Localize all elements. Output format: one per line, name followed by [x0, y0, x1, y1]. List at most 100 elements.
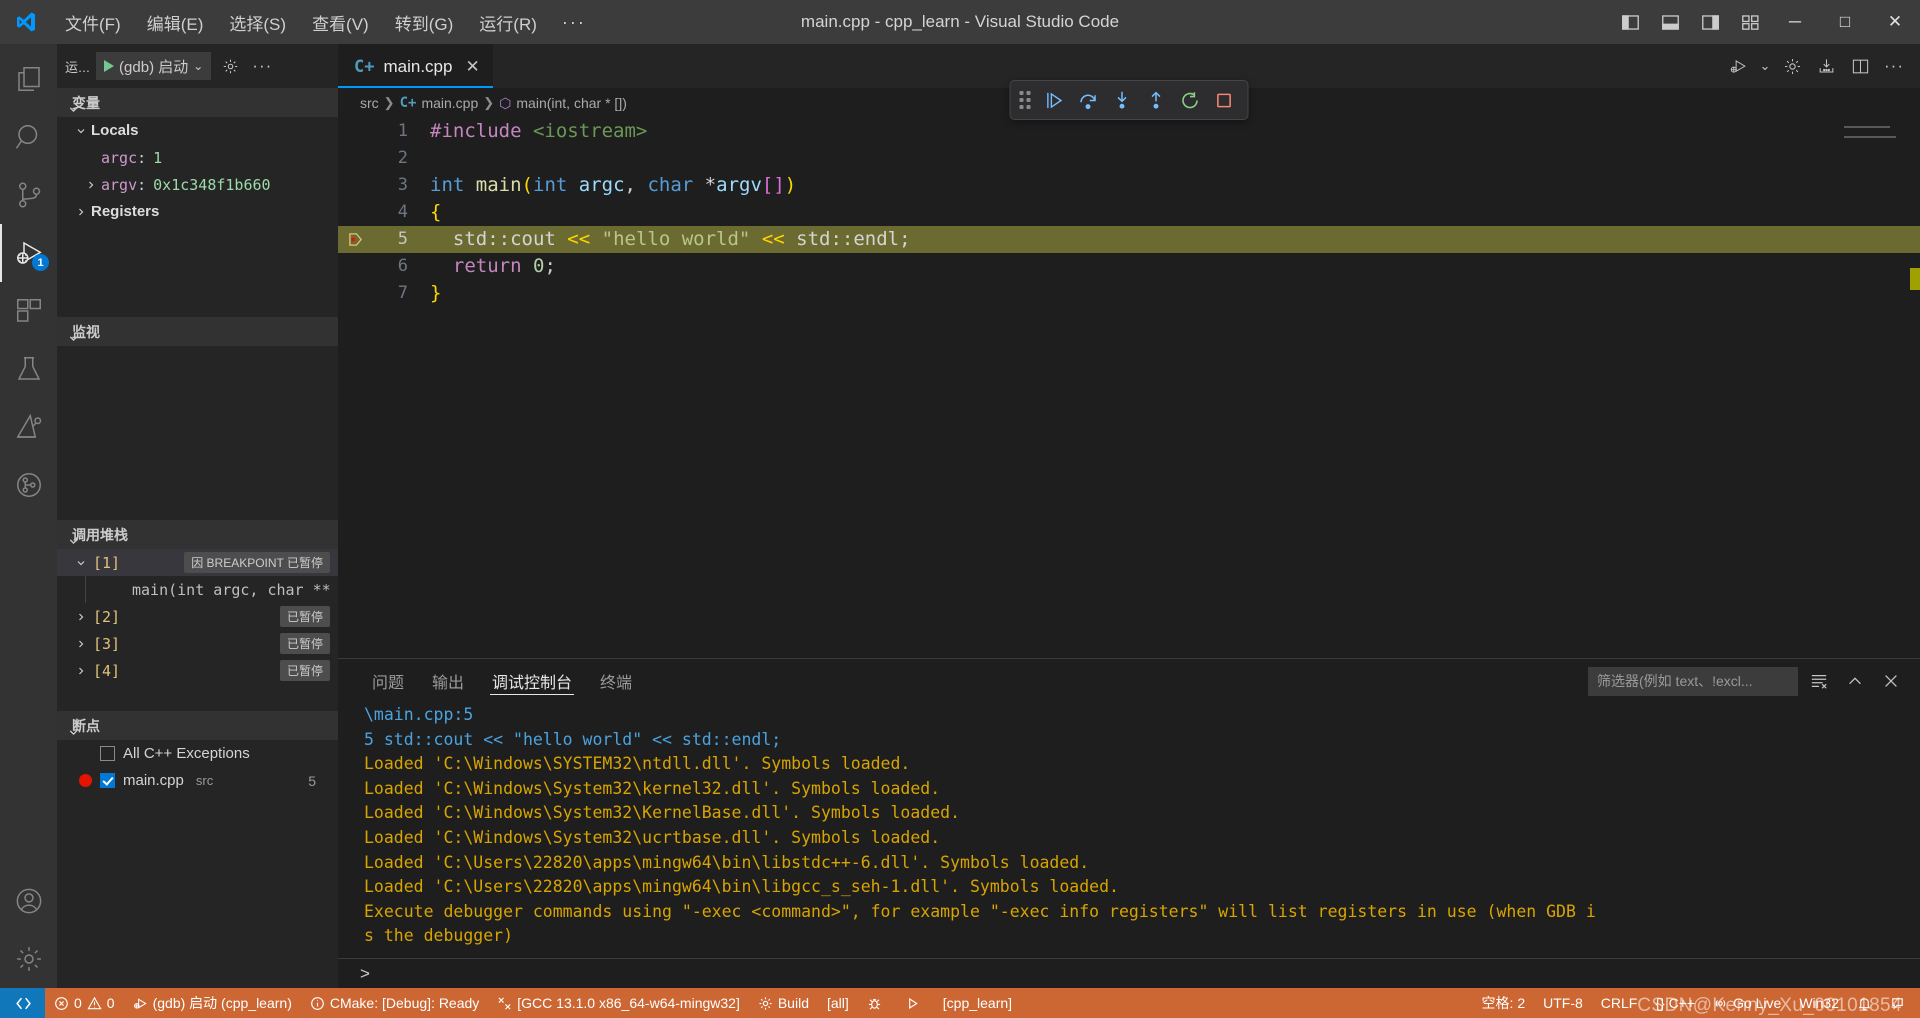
status-cmake-target[interactable]: [all]	[818, 988, 858, 1018]
status-cmake[interactable]: CMake: [Debug]: Ready	[301, 988, 488, 1018]
account-icon[interactable]	[0, 872, 57, 930]
breakpoint-checkbox[interactable]	[100, 773, 115, 788]
close-icon[interactable]: ✕	[465, 57, 479, 77]
warning-count: 0	[106, 995, 115, 1011]
clear-console-icon[interactable]	[1804, 666, 1834, 696]
sidebar-item-extensions[interactable]	[0, 282, 57, 340]
status-cmake-kit[interactable]: [GCC 13.1.0 x86_64-w64-mingw32]	[488, 988, 749, 1018]
status-eol[interactable]: CRLF	[1592, 995, 1647, 1011]
launch-configuration-select[interactable]: (gdb) 启动 ⌄	[96, 52, 212, 80]
status-feedback[interactable]	[1881, 996, 1914, 1011]
close-button[interactable]: ✕	[1870, 0, 1920, 44]
panel-bottom-icon[interactable]	[1650, 0, 1690, 44]
breadcrumb-symbol[interactable]: main(int, char * [])	[516, 95, 626, 111]
status-win32[interactable]: Win32	[1790, 995, 1848, 1011]
stack-frame-1-detail[interactable]: main(int argc, char ** argv	[85, 576, 338, 603]
close-icon[interactable]	[1876, 666, 1906, 696]
variables-section-header[interactable]: 变量	[57, 88, 338, 117]
chevron-right-icon[interactable]	[85, 179, 101, 191]
step-into-button[interactable]	[1107, 85, 1137, 115]
maximize-button[interactable]: □	[1820, 0, 1870, 44]
tab-output[interactable]: 输出	[418, 659, 478, 703]
split-editor-icon[interactable]	[1844, 50, 1876, 82]
cmake-status-label: CMake: [Debug]: Ready	[329, 995, 480, 1011]
stack-frame-3[interactable]: [3] 已暂停	[57, 630, 338, 657]
status-indentation[interactable]: 空格: 2	[1473, 993, 1535, 1013]
debug-settings-gear-icon[interactable]	[217, 53, 243, 79]
menu-view[interactable]: 查看(V)	[299, 6, 382, 39]
breakpoint-all-cpp-exceptions[interactable]: All C++ Exceptions	[57, 740, 338, 767]
breadcrumb-src[interactable]: src	[360, 95, 379, 111]
stack-frame-2[interactable]: [2] 已暂停	[57, 603, 338, 630]
status-notifications[interactable]	[1848, 996, 1881, 1011]
variables-group-registers[interactable]: Registers	[57, 198, 338, 225]
stack-frame-1[interactable]: [1] 因 BREAKPOINT 已暂停	[57, 549, 338, 576]
status-language-mode[interactable]: {} C++	[1646, 995, 1704, 1011]
variables-group-locals[interactable]: Locals	[57, 117, 338, 144]
chevron-up-icon[interactable]	[1840, 666, 1870, 696]
grip-icon[interactable]	[1019, 91, 1031, 109]
more-icon[interactable]: ···	[1878, 50, 1910, 82]
sidebar-item-search[interactable]	[0, 108, 57, 166]
breakpoint-main-cpp[interactable]: main.cpp src 5	[57, 767, 338, 794]
menu-file[interactable]: 文件(F)	[52, 6, 134, 39]
gear-icon[interactable]	[0, 930, 57, 988]
layout-grid-icon[interactable]	[1730, 0, 1770, 44]
sidebar-item-testing[interactable]	[0, 340, 57, 398]
sidebar-item-cmake[interactable]	[0, 398, 57, 456]
chevron-down-icon[interactable]: ⌄	[1756, 50, 1774, 82]
status-encoding[interactable]: UTF-8	[1534, 995, 1592, 1011]
step-out-button[interactable]	[1141, 85, 1171, 115]
breadcrumb-file[interactable]: main.cpp	[421, 95, 478, 111]
watch-section-header[interactable]: 监视	[57, 317, 338, 346]
menu-edit[interactable]: 编辑(E)	[134, 6, 217, 39]
sidebar-item-source-control[interactable]	[0, 166, 57, 224]
panel-right-icon[interactable]	[1690, 0, 1730, 44]
breakpoint-label: All C++ Exceptions	[123, 745, 250, 762]
minimap[interactable]	[1844, 126, 1908, 141]
tab-terminal[interactable]: 终端	[586, 659, 646, 703]
install-icon[interactable]	[1810, 50, 1842, 82]
continue-button[interactable]	[1039, 85, 1069, 115]
panel-left-icon[interactable]	[1610, 0, 1650, 44]
gear-icon[interactable]	[1776, 50, 1808, 82]
debug-console-input[interactable]: >	[338, 958, 1920, 988]
status-problems[interactable]: 0 0	[45, 988, 124, 1018]
step-over-button[interactable]	[1073, 85, 1103, 115]
status-launch-config[interactable]: (gdb) 启动 (cpp_learn)	[124, 988, 301, 1018]
breakpoint-marker-icon[interactable]	[338, 232, 372, 247]
sidebar-item-explorer[interactable]	[0, 50, 57, 108]
stop-button[interactable]	[1209, 85, 1239, 115]
variable-argc[interactable]: argc: 1	[57, 144, 338, 171]
breakpoint-checkbox[interactable]	[100, 746, 115, 761]
remote-icon[interactable]	[0, 988, 45, 1018]
variable-argv[interactable]: argv: 0x1c348f1b660	[57, 171, 338, 198]
status-cmake-build[interactable]: Build	[749, 988, 818, 1018]
status-cmake-run[interactable]	[896, 988, 934, 1018]
minimize-button[interactable]: ─	[1770, 0, 1820, 44]
sidebar-item-git-graph[interactable]	[0, 456, 57, 514]
tab-debug-console[interactable]: 调试控制台	[478, 659, 586, 703]
stack-frame-4[interactable]: [4] 已暂停	[57, 657, 338, 684]
status-cmake-launch-target[interactable]: [cpp_learn]	[934, 988, 1021, 1018]
menu-selection[interactable]: 选择(S)	[216, 6, 299, 39]
menu-go[interactable]: 转到(G)	[382, 6, 467, 39]
callstack-section-header[interactable]: 调用堆栈	[57, 520, 338, 549]
status-go-live[interactable]: Go Live	[1704, 995, 1790, 1011]
breakpoints-section-header[interactable]: 断点	[57, 711, 338, 740]
menu-more-icon[interactable]: ···	[550, 8, 598, 37]
tab-problems[interactable]: 问题	[358, 659, 418, 703]
debug-console-output[interactable]: \main.cpp:5 5 std::cout << "hello world"…	[338, 703, 1920, 958]
breakpoint-dot-icon[interactable]	[79, 774, 92, 787]
restart-button[interactable]	[1175, 85, 1205, 115]
menu-run[interactable]: 运行(R)	[466, 6, 550, 39]
console-filter-input[interactable]: 筛选器(例如 text、!excl...	[1588, 666, 1798, 696]
menu-bar[interactable]: 文件(F) 编辑(E) 选择(S) 查看(V) 转到(G) 运行(R) ···	[52, 6, 598, 39]
tab-main-cpp[interactable]: C+ main.cpp ✕	[338, 44, 493, 88]
sidebar-more-icon[interactable]: ···	[249, 53, 275, 79]
code-editor[interactable]: 1 #include <iostream> 2 3 int main(int a…	[338, 118, 1920, 658]
sidebar-item-run-and-debug[interactable]: 1	[0, 224, 57, 282]
run-debug-icon[interactable]	[1722, 50, 1754, 82]
indentation-label: 空格: 2	[1481, 995, 1526, 1011]
status-cmake-debug[interactable]	[858, 988, 896, 1018]
